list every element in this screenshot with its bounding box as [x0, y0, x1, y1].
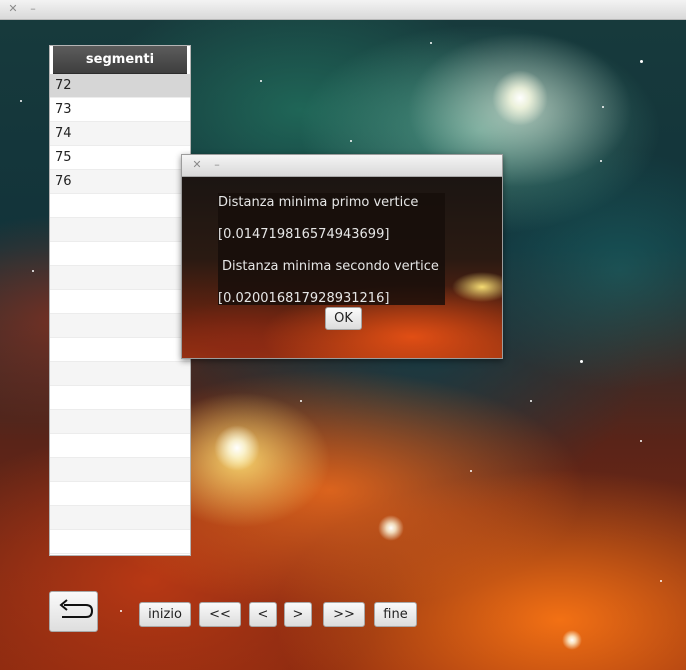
dialog-close-icon[interactable]: ✕	[190, 158, 204, 172]
last-button[interactable]: fine	[374, 602, 417, 627]
segments-table[interactable]: segmenti 72 73 74 75 76	[49, 45, 191, 556]
dialog-minimize-icon[interactable]: –	[210, 158, 224, 172]
second-vertex-label: Distanza minima secondo vertice	[222, 259, 439, 274]
star	[32, 270, 34, 272]
table-row[interactable]	[50, 338, 190, 362]
table-row[interactable]	[50, 482, 190, 506]
star	[530, 400, 532, 402]
table-row[interactable]: 74	[50, 122, 190, 146]
next-button[interactable]: >	[284, 602, 312, 627]
star	[640, 440, 642, 442]
star	[260, 80, 262, 82]
table-row[interactable]	[50, 266, 190, 290]
table-row[interactable]	[50, 314, 190, 338]
bright-star	[378, 515, 404, 541]
star	[430, 42, 432, 44]
back-button[interactable]	[49, 591, 98, 632]
table-header-segmenti[interactable]: segmenti	[53, 46, 187, 74]
bright-star	[214, 425, 260, 471]
star	[580, 360, 583, 363]
star	[20, 100, 22, 102]
bright-star	[492, 70, 548, 126]
dialog-titlebar[interactable]: ✕ –	[182, 155, 502, 177]
second-vertex-value: [0.020016817928931216]	[218, 291, 390, 306]
table-row[interactable]	[50, 218, 190, 242]
window-titlebar: ✕ –	[0, 0, 686, 20]
first-button[interactable]: inizio	[139, 602, 191, 627]
table-row[interactable]	[50, 362, 190, 386]
table-row[interactable]	[50, 242, 190, 266]
app-window: ✕ – segmenti 72 73 74 75 76 ✕ – Distanza…	[0, 0, 686, 670]
table-row[interactable]: 75	[50, 146, 190, 170]
star	[600, 160, 602, 162]
bright-star	[562, 630, 582, 650]
table-row[interactable]	[50, 386, 190, 410]
first-vertex-value: [0.014719816574943699]	[218, 227, 390, 242]
first-vertex-label: Distanza minima primo vertice	[218, 195, 419, 210]
table-row[interactable]	[50, 194, 190, 218]
prev-button[interactable]: <	[249, 602, 277, 627]
table-row[interactable]: 73	[50, 98, 190, 122]
message-panel: Distanza minima primo vertice [0.0147198…	[218, 193, 445, 306]
table-row[interactable]: 72	[50, 74, 190, 98]
dialog-body: Distanza minima primo vertice [0.0147198…	[182, 177, 502, 358]
table-row[interactable]: 76	[50, 170, 190, 194]
table-row[interactable]	[50, 506, 190, 530]
ok-button[interactable]: OK	[325, 307, 362, 330]
window-minimize-icon[interactable]: –	[26, 2, 40, 16]
table-row[interactable]	[50, 290, 190, 314]
star	[120, 610, 122, 612]
window-close-icon[interactable]: ✕	[6, 2, 20, 16]
star	[470, 470, 472, 472]
star	[350, 140, 352, 142]
return-arrow-icon	[59, 599, 94, 618]
table-row[interactable]	[50, 410, 190, 434]
table-row[interactable]	[50, 458, 190, 482]
star	[640, 60, 643, 63]
next-many-button[interactable]: >>	[323, 602, 365, 627]
table-row[interactable]	[50, 434, 190, 458]
star	[602, 106, 604, 108]
prev-many-button[interactable]: <<	[199, 602, 241, 627]
result-dialog: ✕ – Distanza minima primo vertice [0.014…	[181, 154, 503, 359]
star	[660, 580, 662, 582]
table-row[interactable]	[50, 530, 190, 554]
star	[300, 400, 302, 402]
